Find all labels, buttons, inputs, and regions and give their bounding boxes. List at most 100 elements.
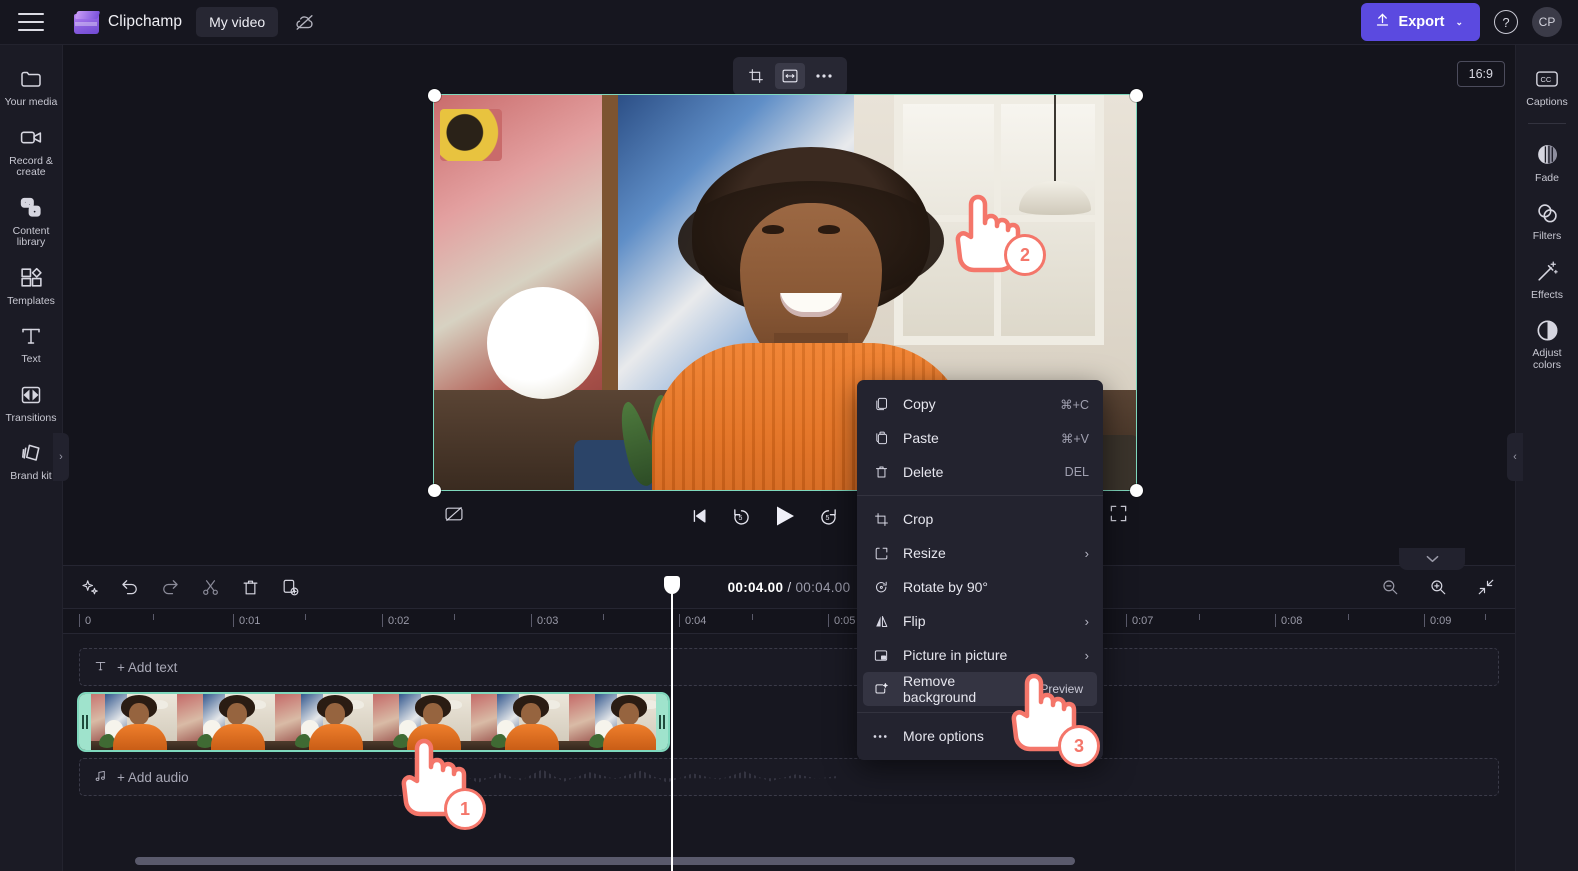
flip-icon bbox=[872, 612, 890, 630]
time-display: 00:04.00 / 00:04.00 bbox=[728, 580, 851, 595]
picture-in-picture-icon bbox=[872, 646, 890, 664]
sidebar-item-your-media[interactable]: Your media bbox=[0, 57, 63, 116]
menu-item-flip[interactable]: Flip › bbox=[857, 604, 1103, 638]
clip-thumbnails bbox=[79, 694, 668, 750]
ruler-tick: 0:09 bbox=[1423, 614, 1452, 627]
sidebar-item-content-library[interactable]: Content library bbox=[0, 186, 63, 256]
sidebar-label: Your media bbox=[4, 96, 58, 108]
rotate-icon bbox=[872, 578, 890, 596]
brand: Clipchamp bbox=[74, 10, 182, 34]
timeline-ruler[interactable]: 0 0:01 0:02 0:03 0:04 0:05 0:06 0:07 0:0… bbox=[63, 608, 1515, 634]
timeline-zoom-controls bbox=[1375, 572, 1501, 602]
content-library-icon bbox=[18, 195, 44, 221]
sidebar-item-text[interactable]: Text bbox=[0, 314, 63, 373]
menu-item-crop[interactable]: Crop bbox=[857, 502, 1103, 536]
redo-icon[interactable] bbox=[155, 572, 185, 602]
ruler-tick: 0:03 bbox=[530, 614, 559, 627]
selection-handle-top-left[interactable] bbox=[428, 89, 441, 102]
export-button[interactable]: Export ⌄ bbox=[1360, 3, 1480, 41]
menu-item-delete[interactable]: Delete DEL bbox=[857, 455, 1103, 489]
sidebar-item-templates[interactable]: Templates bbox=[0, 256, 63, 315]
fit-width-tool-button[interactable] bbox=[775, 63, 805, 89]
menu-item-label: Paste bbox=[903, 430, 939, 446]
sidebar-item-captions[interactable]: CC Captions bbox=[1516, 57, 1578, 116]
help-icon[interactable]: ? bbox=[1494, 10, 1518, 34]
text-t-icon bbox=[94, 659, 107, 676]
sidebar-item-record-create[interactable]: Record & create bbox=[0, 116, 63, 186]
sidebar-label: Transitions bbox=[5, 411, 57, 424]
fade-icon bbox=[1534, 142, 1560, 168]
hide-captions-icon[interactable] bbox=[444, 505, 464, 528]
floating-video-toolbar bbox=[733, 57, 847, 95]
cloud-off-icon[interactable] bbox=[294, 11, 316, 33]
remove-background-icon bbox=[872, 680, 890, 698]
menu-item-label: Rotate by 90° bbox=[903, 579, 988, 595]
clip-thumbnail bbox=[79, 694, 177, 750]
annotation-hand-3: 3 bbox=[1008, 657, 1100, 767]
ruler-tick: 0 bbox=[78, 614, 92, 627]
magic-sparkle-icon[interactable] bbox=[75, 572, 105, 602]
clip-trim-handle-right[interactable] bbox=[656, 694, 668, 750]
collapse-right-panel-button[interactable]: ‹ bbox=[1507, 433, 1523, 481]
skip-to-start-icon[interactable] bbox=[689, 506, 709, 526]
split-scissors-icon[interactable] bbox=[195, 572, 225, 602]
sidebar-label: Templates bbox=[7, 294, 55, 307]
add-audio-label: + Add audio bbox=[117, 769, 189, 785]
sidebar-item-filters[interactable]: Filters bbox=[1516, 191, 1578, 250]
delete-trash-icon[interactable] bbox=[235, 572, 265, 602]
play-icon[interactable] bbox=[774, 504, 796, 528]
menu-separator bbox=[857, 495, 1103, 496]
menu-item-label: Crop bbox=[903, 511, 934, 527]
menu-item-resize[interactable]: Resize › bbox=[857, 536, 1103, 570]
hamburger-icon[interactable] bbox=[18, 13, 44, 31]
music-note-icon bbox=[94, 769, 107, 786]
divider bbox=[1528, 122, 1566, 124]
selection-handle-top-right[interactable] bbox=[1130, 89, 1143, 102]
horizontal-scrollbar[interactable] bbox=[135, 857, 1075, 865]
current-time: 00:04.00 bbox=[727, 579, 784, 595]
avatar[interactable]: CP bbox=[1532, 7, 1562, 37]
undo-icon[interactable] bbox=[115, 572, 145, 602]
clipchamp-app: Clipchamp My video Export ⌄ ? CP Your me… bbox=[0, 0, 1578, 871]
fullscreen-icon[interactable] bbox=[1109, 504, 1128, 528]
menu-item-label: Delete bbox=[903, 464, 944, 480]
menu-item-copy[interactable]: Copy ⌘+C bbox=[857, 387, 1103, 421]
sidebar-item-adjust-colors[interactable]: Adjust colors bbox=[1516, 308, 1578, 378]
add-text-track-button[interactable]: + Add text bbox=[79, 648, 1499, 686]
forward-5-icon[interactable]: 5 bbox=[818, 506, 839, 527]
sidebar-item-transitions[interactable]: Transitions bbox=[0, 373, 63, 432]
menu-item-paste[interactable]: Paste ⌘+V bbox=[857, 421, 1103, 455]
video-track-row bbox=[77, 692, 1499, 752]
clip-thumbnail bbox=[177, 694, 275, 750]
ruler-tick: 0:01 bbox=[232, 614, 261, 627]
more-dots-icon bbox=[872, 727, 890, 745]
resize-icon bbox=[872, 544, 890, 562]
menu-item-label: Flip bbox=[903, 613, 926, 629]
playhead[interactable] bbox=[664, 576, 680, 871]
aspect-ratio-badge[interactable]: 16:9 bbox=[1456, 61, 1505, 87]
audio-track-row: + Add audio bbox=[79, 758, 1499, 796]
zoom-out-icon[interactable] bbox=[1375, 572, 1405, 602]
transport-controls: 5 5 bbox=[689, 504, 881, 528]
add-text-label: + Add text bbox=[117, 659, 178, 675]
add-audio-track-button[interactable]: + Add audio bbox=[79, 758, 1499, 796]
sidebar-item-effects[interactable]: Effects bbox=[1516, 250, 1578, 309]
document-title-input[interactable]: My video bbox=[196, 7, 279, 37]
clip-thumbnail bbox=[471, 694, 569, 750]
crop-tool-button[interactable] bbox=[741, 63, 771, 89]
fit-to-screen-icon[interactable] bbox=[1471, 572, 1501, 602]
menu-item-rotate[interactable]: Rotate by 90° bbox=[857, 570, 1103, 604]
zoom-in-icon[interactable] bbox=[1423, 572, 1453, 602]
table-row[interactable] bbox=[77, 692, 670, 752]
sidebar-item-fade[interactable]: Fade bbox=[1516, 133, 1578, 192]
sidebar-label: Content library bbox=[12, 224, 50, 248]
expand-left-panel-button[interactable]: › bbox=[53, 433, 69, 481]
camera-icon bbox=[18, 125, 44, 151]
ruler-tick: 0:05 bbox=[827, 614, 856, 627]
more-options-tool-button[interactable] bbox=[809, 63, 839, 89]
timeline-panel: 00:04.00 / 00:04.00 0 0:01 0:02 0:03 0:0… bbox=[63, 548, 1515, 871]
clip-trim-handle-left[interactable] bbox=[79, 694, 91, 750]
annotation-hand-2: 2 bbox=[952, 178, 1046, 276]
rewind-5-icon[interactable]: 5 bbox=[731, 506, 752, 527]
duplicate-icon[interactable] bbox=[275, 572, 305, 602]
